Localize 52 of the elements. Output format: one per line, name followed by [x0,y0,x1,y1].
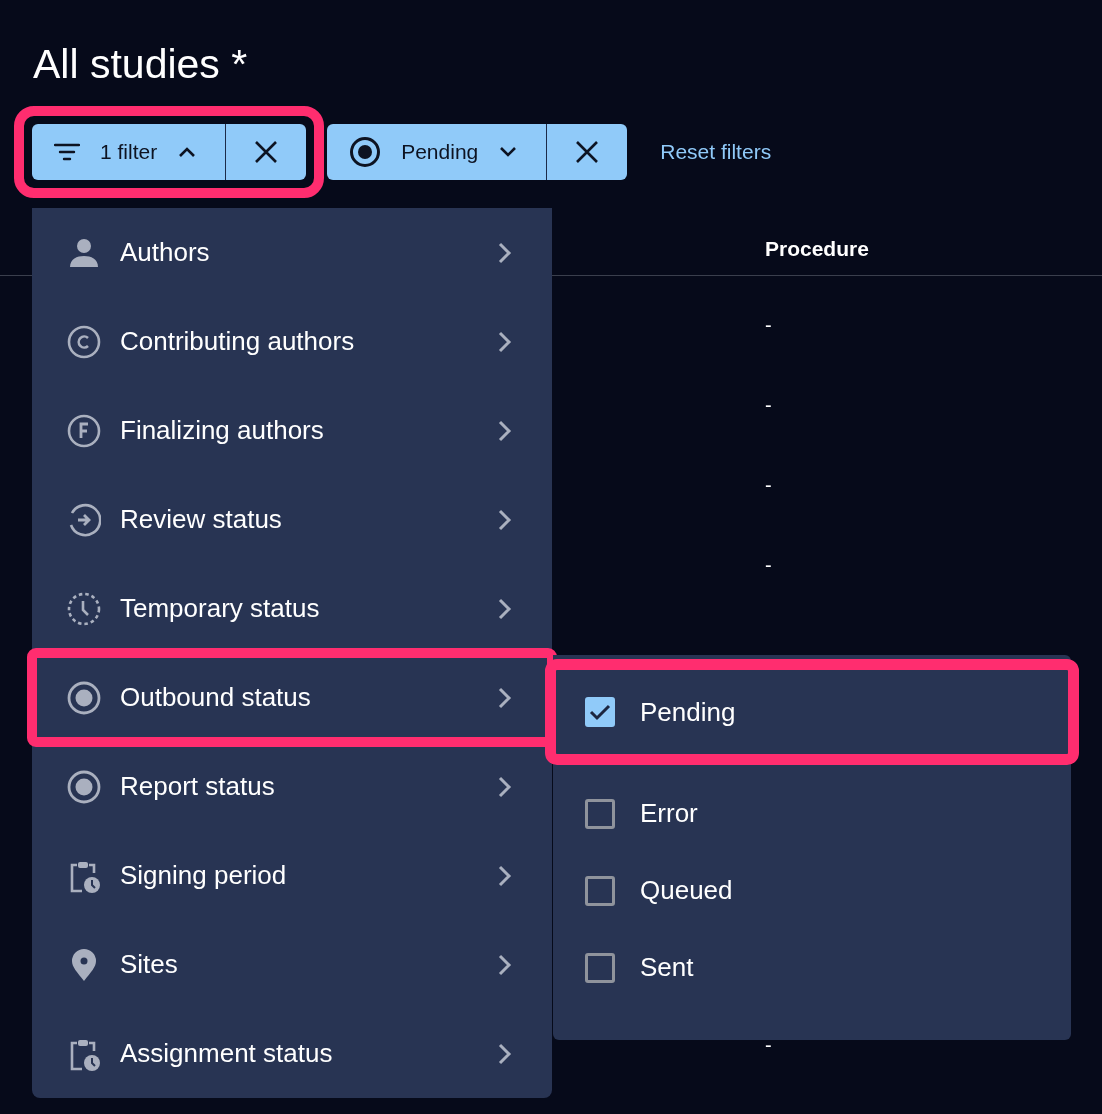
filter-button[interactable]: 1 filter [32,124,227,180]
chevron-right-icon [498,953,512,976]
option-item[interactable]: Pending [553,667,1071,757]
menu-item[interactable]: Finalizing authors [32,386,552,475]
chevron-right-icon [498,508,512,531]
chevron-right-icon [498,864,512,887]
option-item[interactable]: Error [553,775,1071,852]
option-item[interactable]: Queued [553,852,1071,929]
chevron-right-icon [498,330,512,353]
chevron-right-icon [498,419,512,442]
clear-filter-button[interactable] [226,124,307,180]
page-title: All studies * [32,40,249,89]
table-cell: - [765,393,772,417]
checkbox[interactable] [585,697,615,727]
close-icon [575,140,600,164]
menu-item[interactable]: Assignment status [32,1009,552,1098]
menu-item[interactable]: Report status [32,742,552,831]
filter-icon [54,141,80,163]
caret-icon [498,145,519,159]
chevron-right-icon [498,775,512,798]
status-chip[interactable]: Pending [327,124,548,180]
menu-item[interactable]: Sites [32,920,552,1009]
chevron-right-icon [498,686,512,709]
dashed-clock-icon [67,591,101,626]
table-cell: - [765,313,772,337]
checkbox[interactable] [585,875,615,906]
chevron-right-icon [498,597,512,620]
c-circle-icon [67,324,101,359]
option-item[interactable]: Sent [553,929,1071,1006]
menu-item[interactable]: Contributing authors [32,297,552,386]
clear-chip-button[interactable] [547,124,628,180]
menu-item[interactable]: Review status [32,475,552,564]
radio-icon [67,680,101,715]
menu-item[interactable]: Temporary status [32,564,552,653]
menu-item[interactable]: Authors [32,208,552,297]
column-header: Procedure [765,236,869,261]
menu-item[interactable]: Outbound status [32,653,552,742]
table-cell: - [765,1033,772,1057]
checkbox[interactable] [585,952,615,983]
radio-icon [67,769,101,804]
close-icon [254,140,279,164]
menu-item[interactable]: Signing period [32,831,552,920]
chevron-right-icon [498,241,512,264]
chevron-right-icon [498,1042,512,1065]
radio-icon [349,136,382,168]
f-circle-icon [67,413,101,448]
checkbox[interactable] [585,798,615,829]
arrow-circle-icon [67,502,101,537]
check-icon [589,703,611,721]
table-cell: - [765,553,772,577]
table-cell: - [765,473,772,497]
reset-filters-link[interactable]: Reset filters [660,140,772,164]
